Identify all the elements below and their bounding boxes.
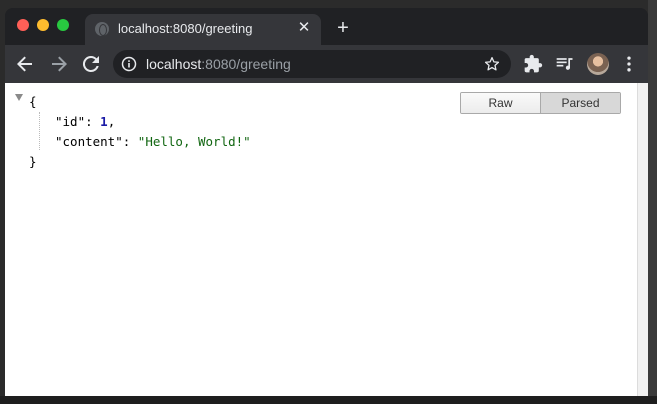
arrow-right-icon [52, 56, 67, 72]
close-tab-icon[interactable]: ✕ [295, 19, 313, 37]
json-value-id: 1 [100, 114, 108, 129]
indent-guide [39, 112, 40, 150]
desktop-background-bottom [0, 396, 657, 404]
json-row-id: "id": 1, [55, 112, 115, 132]
desktop-background-right [648, 0, 657, 404]
json-comma: , [107, 114, 116, 129]
json-colon: : [122, 134, 138, 149]
media-queue-icon[interactable] [555, 54, 575, 74]
url-text: localhost:8080/greeting [146, 56, 291, 72]
close-window-button[interactable] [17, 19, 29, 31]
json-key-id: "id" [55, 114, 86, 129]
url-host: localhost [146, 56, 202, 72]
parsed-button[interactable]: Parsed [541, 93, 620, 113]
collapse-toggle-icon[interactable] [15, 94, 23, 101]
page-content: { "id": 1, "content": "Hello, World!" } … [5, 83, 637, 396]
kebab-menu-icon[interactable] [619, 54, 639, 74]
tab-greeting[interactable]: localhost:8080/greeting ✕ [85, 14, 321, 45]
vertical-scrollbar[interactable] [637, 83, 648, 396]
browser-toolbar: localhost:8080/greeting [5, 45, 648, 83]
forward-button[interactable] [47, 52, 71, 76]
profile-avatar[interactable] [587, 53, 609, 75]
browser-window: localhost:8080/greeting ✕ + localhost:80… [5, 8, 648, 396]
raw-button[interactable]: Raw [461, 93, 541, 113]
json-open-brace: { [29, 94, 37, 109]
globe-icon [95, 22, 109, 36]
minimize-window-button[interactable] [37, 19, 49, 31]
address-bar[interactable]: localhost:8080/greeting [113, 50, 511, 78]
view-mode-toggle: Raw Parsed [460, 92, 621, 114]
tab-strip: localhost:8080/greeting ✕ + [5, 8, 648, 45]
puzzle-icon[interactable] [523, 54, 543, 74]
json-value-content: "Hello, World!" [137, 134, 251, 149]
reload-icon [82, 55, 99, 72]
reload-button[interactable] [79, 52, 103, 76]
zoom-window-button[interactable] [57, 19, 69, 31]
new-tab-button[interactable]: + [333, 18, 353, 38]
json-close-brace: } [29, 154, 37, 169]
url-path: :8080/greeting [201, 56, 291, 72]
info-icon[interactable] [121, 56, 137, 72]
json-key-content: "content" [55, 134, 123, 149]
arrow-left-icon [17, 56, 32, 72]
back-button[interactable] [13, 52, 37, 76]
star-icon[interactable] [483, 55, 501, 73]
json-row-content: "content": "Hello, World!" [55, 132, 251, 152]
tab-title: localhost:8080/greeting [118, 21, 253, 36]
json-colon: : [85, 114, 101, 129]
